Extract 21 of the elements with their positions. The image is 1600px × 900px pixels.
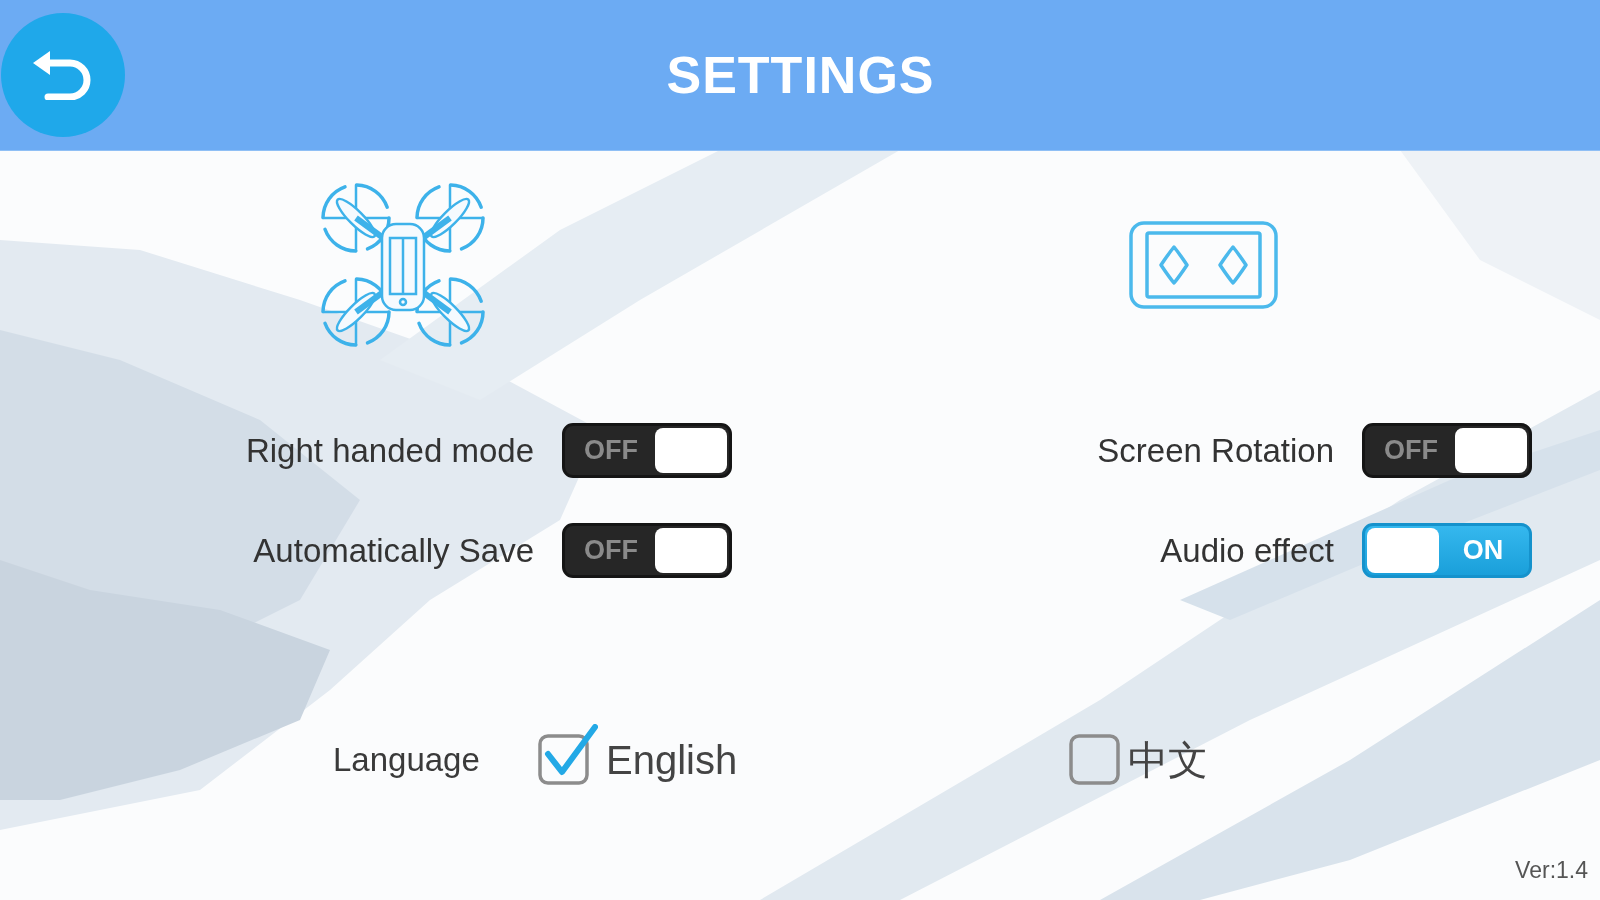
setting-label: Automatically Save: [253, 531, 534, 570]
language-label: Language: [333, 740, 481, 780]
page-title: SETTINGS: [666, 45, 935, 105]
checkbox[interactable]: [1069, 734, 1120, 785]
toggle-switch[interactable]: OFF: [1362, 423, 1532, 478]
toggle-knob[interactable]: [655, 528, 727, 573]
toggle-switch[interactable]: ON: [1362, 523, 1532, 578]
version-label: Ver:1.4: [1515, 857, 1588, 884]
checkbox[interactable]: [538, 724, 598, 785]
drone-icon: [318, 182, 488, 348]
language-option-label[interactable]: 中文: [1128, 735, 1208, 785]
toggle-switch[interactable]: OFF: [562, 423, 732, 478]
toggle-knob[interactable]: [655, 428, 727, 473]
setting-label: Right handed mode: [245, 431, 534, 470]
language-option-label[interactable]: English: [606, 735, 738, 785]
setting-label: Screen Rotation: [1097, 431, 1334, 470]
toggle-knob[interactable]: [1367, 528, 1439, 573]
setting-label: Audio effect: [1160, 531, 1334, 570]
toggle-switch[interactable]: OFF: [562, 523, 732, 578]
gamepad-icon: [1128, 221, 1278, 309]
toggle-knob[interactable]: [1455, 428, 1527, 473]
